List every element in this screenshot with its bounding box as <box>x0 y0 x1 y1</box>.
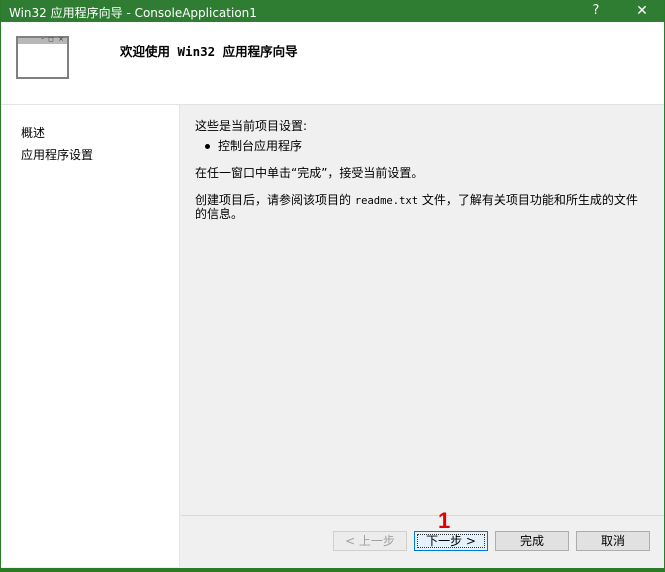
next-button-label: 下一步 > <box>426 534 476 548</box>
window-title: Win32 应用程序向导 - ConsoleApplication1 <box>9 6 257 20</box>
settings-intro: 这些是当前项目设置: <box>195 119 308 133</box>
readme-note-continued: 的信息。 <box>195 207 244 221</box>
close-button[interactable]: ✕ <box>624 0 660 22</box>
wizard-nav: 概述 应用程序设置 <box>1 105 180 567</box>
footer-divider <box>181 515 664 516</box>
previous-button[interactable]: < 上一步 <box>333 531 407 551</box>
finish-button[interactable]: 完成 <box>495 531 569 551</box>
help-button[interactable]: ? <box>581 0 611 22</box>
step-marker: 1 <box>438 508 451 533</box>
finish-instruction: 在任一窗口中单击“完成”，接受当前设置。 <box>195 166 424 180</box>
cancel-button[interactable]: 取消 <box>576 531 650 551</box>
wizard-content: 这些是当前项目设置: 控制台应用程序 在任一窗口中单击“完成”，接受当前设置。 … <box>181 105 664 515</box>
settings-list-item: 控制台应用程序 <box>205 137 302 154</box>
readme-note: 创建项目后，请参阅该项目的 readme.txt 文件，了解有关项目功能和所生成… <box>195 191 638 208</box>
setting-label: 控制台应用程序 <box>218 139 303 153</box>
wizard-window-icon: - ◻ × <box>16 35 69 79</box>
title-bar[interactable]: Win32 应用程序向导 - ConsoleApplication1 ? ✕ <box>1 0 664 22</box>
readme-filename: readme.txt <box>354 195 419 207</box>
page-title: 欢迎使用 Win32 应用程序向导 <box>120 44 298 59</box>
bullet-icon <box>205 144 210 149</box>
readme-suffix: 文件，了解有关项目功能和所生成的文件 <box>418 193 638 207</box>
next-button[interactable]: 下一步 > <box>414 531 488 551</box>
wizard-window: Win32 应用程序向导 - ConsoleApplication1 ? ✕ -… <box>0 0 665 572</box>
wizard-header: - ◻ × 欢迎使用 Win32 应用程序向导 <box>1 22 664 105</box>
nav-item-overview[interactable]: 概述 <box>21 124 45 141</box>
icon-window-controls: - ◻ × <box>41 35 65 43</box>
nav-item-application-settings[interactable]: 应用程序设置 <box>21 146 93 163</box>
